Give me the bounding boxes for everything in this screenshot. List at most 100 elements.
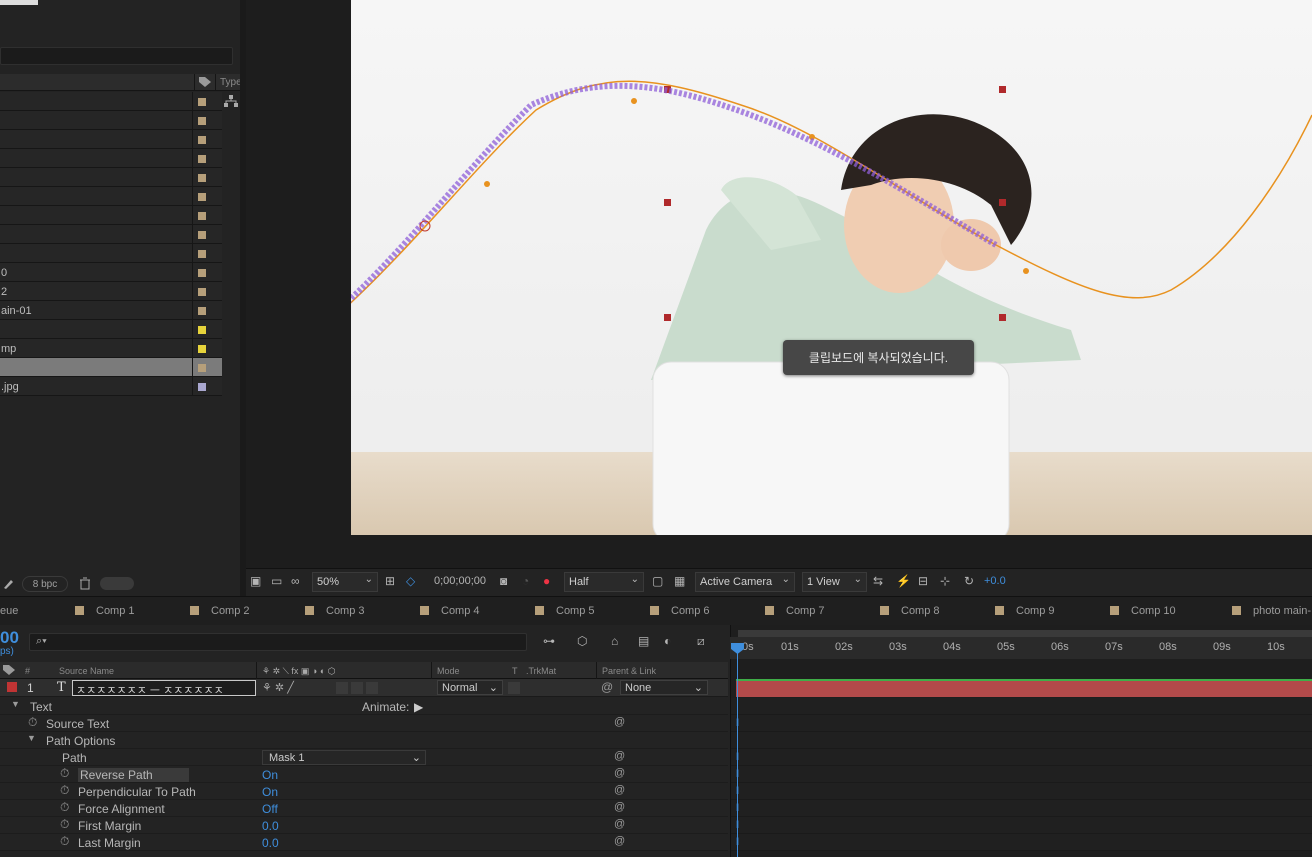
monitor-icon[interactable]: ▭	[271, 574, 282, 588]
channels-icon[interactable]: ●	[543, 574, 550, 588]
comp-tab[interactable]: Comp 5	[535, 605, 595, 617]
comp-tab[interactable]: Comp 7	[765, 605, 825, 617]
trash-icon[interactable]	[79, 577, 91, 590]
property-value[interactable]: 0.0	[262, 836, 279, 850]
layer-switches[interactable]: ⚘ ✲ ╱	[262, 681, 294, 694]
switch-box[interactable]	[351, 682, 363, 694]
project-item[interactable]	[0, 92, 222, 111]
label-swatch[interactable]	[198, 364, 206, 372]
label-swatch[interactable]	[198, 307, 206, 315]
track-row[interactable]: I	[731, 715, 1312, 732]
track-row[interactable]: I	[731, 749, 1312, 766]
label-column-header[interactable]	[194, 74, 214, 91]
project-item[interactable]	[0, 225, 222, 244]
source-name-column[interactable]: Source Name	[59, 666, 114, 676]
current-time[interactable]: 0;00;00;00	[434, 575, 486, 587]
exposure-value[interactable]: +0.0	[984, 575, 1006, 587]
comp-tab[interactable]: Comp 10	[1110, 605, 1176, 617]
property-row[interactable]: Path Mask 1 ⌄ @	[0, 749, 728, 766]
stopwatch-icon[interactable]: ⏱	[28, 715, 37, 730]
property-row[interactable]: ⏱ Reverse Path On @	[0, 766, 728, 783]
zoom-select[interactable]: 50% ⌄	[312, 572, 378, 592]
label-swatch[interactable]	[198, 98, 206, 106]
label-swatch[interactable]	[198, 250, 206, 258]
track-row[interactable]: I	[731, 834, 1312, 851]
track-row[interactable]	[731, 698, 1312, 715]
parent-select[interactable]: None ⌄	[620, 680, 708, 695]
label-swatch[interactable]	[198, 269, 206, 277]
snapshot-icon[interactable]: ◙	[500, 574, 507, 588]
switch-box[interactable]	[336, 682, 348, 694]
expression-pickwhip-icon[interactable]: @	[614, 835, 625, 847]
layer-name[interactable]: ㅈㅈㅈㅈㅈㅈㅈ ㅡ ㅈㅈㅈㅈㅈㅈ	[72, 680, 256, 696]
comp-tab[interactable]: eue	[0, 605, 18, 617]
layer-row[interactable]: 1 T ㅈㅈㅈㅈㅈㅈㅈ ㅡ ㅈㅈㅈㅈㅈㅈ ⚘ ✲ ╱ Normal ⌄ @ Non…	[0, 679, 728, 697]
label-swatch[interactable]	[198, 326, 206, 334]
stopwatch-icon[interactable]: ⏱	[60, 766, 69, 781]
resolution-select[interactable]: Half ⌄	[564, 572, 644, 592]
timeline-icon[interactable]: ⊟	[918, 574, 928, 588]
mask-visibility-icon[interactable]: ◇	[406, 574, 415, 588]
label-swatch[interactable]	[198, 383, 206, 391]
comp-tab[interactable]: Comp 2	[190, 605, 250, 617]
type-column-header[interactable]: Type	[215, 74, 242, 91]
label-swatch[interactable]	[198, 117, 206, 125]
comp-tab[interactable]: Comp 1	[75, 605, 135, 617]
project-scrollbar[interactable]	[100, 577, 134, 590]
flowchart-icon[interactable]	[224, 95, 238, 107]
comp-tab[interactable]: Comp 4	[420, 605, 480, 617]
twirl-down-icon[interactable]: ▼	[11, 699, 20, 709]
views-select[interactable]: 1 View ⌄	[802, 572, 867, 592]
track-row[interactable]: I	[731, 800, 1312, 817]
time-ruler[interactable]: 0s 01s 02s 03s 04s 05s 06s 07s 08s 09s 10s	[730, 637, 1312, 659]
project-item[interactable]	[0, 320, 222, 339]
label-swatch[interactable]	[198, 174, 206, 182]
stopwatch-icon[interactable]: ⏱	[60, 834, 69, 849]
play-circle-icon[interactable]: ▶	[414, 700, 423, 714]
label-swatch[interactable]	[198, 231, 206, 239]
flowchart-icon[interactable]: ⊹	[940, 574, 950, 588]
track-row[interactable]	[731, 732, 1312, 749]
property-row[interactable]: ▼ Text Animate: ▶	[0, 698, 728, 715]
tag-icon[interactable]	[2, 664, 16, 676]
expression-pickwhip-icon[interactable]: @	[614, 801, 625, 813]
property-value[interactable]: 0.0	[262, 819, 279, 833]
project-item[interactable]: mp	[0, 339, 222, 358]
track-row[interactable]: I	[731, 783, 1312, 800]
comp-tab[interactable]: Comp 8	[880, 605, 940, 617]
transparency-grid-icon[interactable]: ▦	[674, 574, 685, 588]
comp-tab[interactable]: Comp 9	[995, 605, 1055, 617]
camera-select[interactable]: Active Camera ⌄	[695, 572, 795, 592]
frame-blending-icon[interactable]: ▤	[638, 634, 649, 648]
property-row[interactable]: ⏱ First Margin 0.0 @	[0, 817, 728, 834]
expression-pickwhip-icon[interactable]: @	[614, 750, 625, 762]
safe-zones-icon[interactable]: ⊞	[385, 574, 395, 588]
graph-editor-icon[interactable]: ⧄	[697, 634, 705, 649]
project-item[interactable]: .jpg	[0, 377, 222, 396]
show-snapshot-icon[interactable]: ◔	[522, 574, 529, 588]
preserve-transparency-box[interactable]	[508, 682, 520, 694]
comp-flowchart-icon[interactable]: ⊶	[543, 634, 555, 648]
label-swatch[interactable]	[198, 288, 206, 296]
switch-box[interactable]	[366, 682, 378, 694]
label-swatch[interactable]	[198, 136, 206, 144]
label-swatch[interactable]	[198, 345, 206, 353]
label-swatch[interactable]	[198, 155, 206, 163]
property-value[interactable]: On	[262, 785, 278, 799]
project-item[interactable]	[0, 244, 222, 263]
label-swatch[interactable]	[198, 212, 206, 220]
property-row[interactable]: ⏱ Last Margin 0.0 @	[0, 834, 728, 851]
project-item[interactable]	[0, 149, 222, 168]
expression-pickwhip-icon[interactable]: @	[614, 716, 625, 728]
region-of-interest-icon[interactable]: ▢	[652, 574, 663, 588]
stopwatch-icon[interactable]: ⏱	[60, 800, 69, 815]
brush-icon[interactable]	[2, 578, 14, 590]
project-item[interactable]	[0, 187, 222, 206]
mode-select[interactable]: Normal ⌄	[437, 680, 503, 695]
property-row[interactable]: ⏱ Force Alignment Off @	[0, 800, 728, 817]
composition-canvas[interactable]	[351, 0, 1312, 535]
stopwatch-icon[interactable]: ⏱	[60, 783, 69, 798]
fast-previews-icon[interactable]: ⚡	[896, 574, 911, 588]
project-search-input[interactable]	[0, 47, 233, 65]
property-row[interactable]: ⏱ Perpendicular To Path On @	[0, 783, 728, 800]
